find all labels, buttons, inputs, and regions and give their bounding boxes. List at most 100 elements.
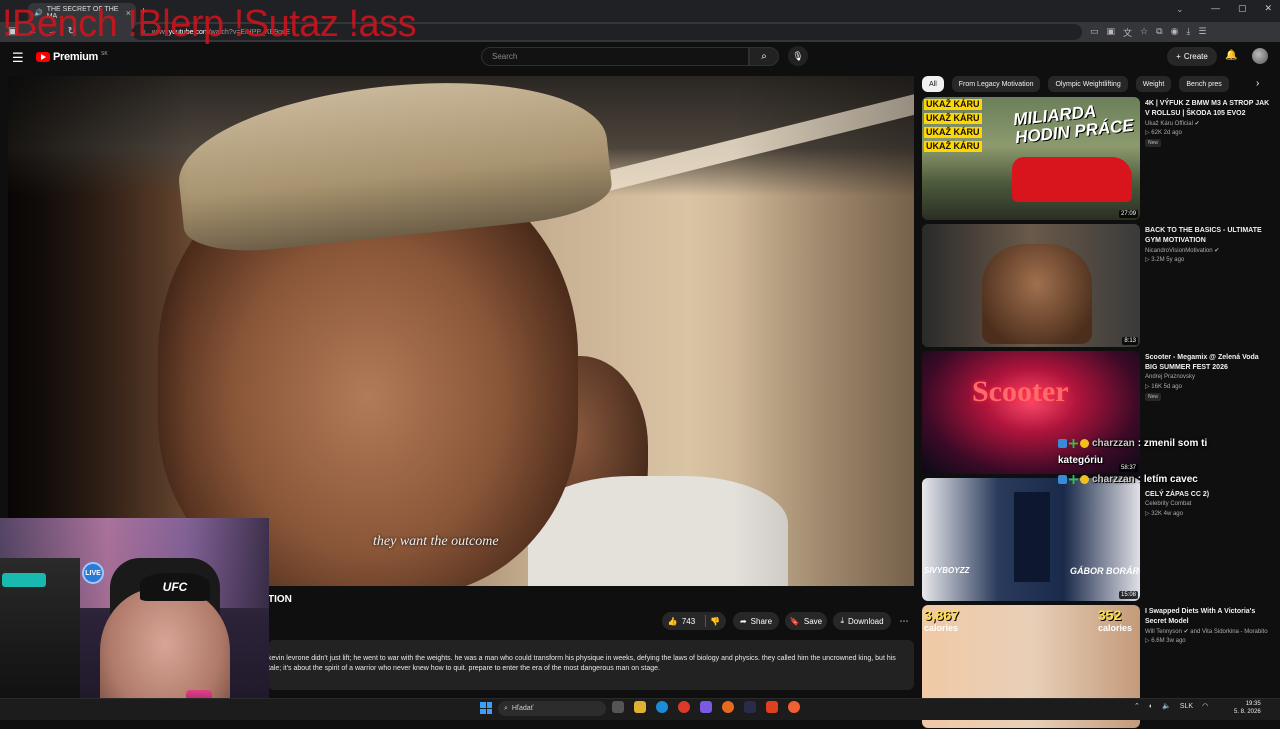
language-indicator[interactable]: SLK	[1180, 703, 1193, 710]
cast-icon[interactable]: ▭	[1090, 26, 1099, 39]
channel-name[interactable]: Will Tennyson ✔ and Vita Sidorkina - Mor…	[1145, 628, 1268, 635]
video-duration: 15:08	[1118, 591, 1138, 599]
system-tray: ⌃ ◐ 🔈 SLK ◠	[1134, 702, 1208, 711]
video-duration: 58:37	[1118, 464, 1138, 472]
minimize-icon[interactable]: —	[1211, 3, 1220, 14]
webcam-neon-sign	[2, 573, 46, 587]
thumbnail-bodybuilder	[982, 244, 1092, 344]
video-title[interactable]: 4K | VÝFUK Z BMW M3 A STROP JAK V ROLLSU…	[1145, 99, 1272, 119]
recommended-video[interactable]: SIVYBOYZZ GÁBOR BORÁROS 15:08 CELÝ ZÁPAS…	[922, 478, 1272, 602]
downloads-icon[interactable]: ⤓	[1186, 26, 1190, 39]
window-controls: — ▢ ✕	[1211, 3, 1272, 14]
brave-icon[interactable]	[766, 701, 778, 713]
sub-badge-icon	[1058, 475, 1067, 484]
chrome-menu-icon[interactable]: ☰	[1198, 26, 1206, 39]
chevron-right-icon[interactable]: ›	[1256, 78, 1259, 89]
video-thumbnail[interactable]: SIVYBOYZZ GÁBOR BORÁROS 15:08	[922, 478, 1140, 601]
screenshot-icon[interactable]: ▣	[1107, 26, 1116, 39]
plus-icon: +	[1176, 52, 1181, 61]
sub-badge-icon	[1058, 439, 1067, 448]
youtube-logo[interactable]: Premium SK	[36, 51, 108, 63]
tray-chevron-icon[interactable]: ⌃	[1134, 702, 1140, 710]
chrome-icon[interactable]	[678, 701, 690, 713]
video-title[interactable]: I Swapped Diets With A Victoria's Secret…	[1145, 607, 1272, 627]
file-explorer-icon[interactable]	[634, 701, 646, 713]
translate-icon[interactable]: 文	[1123, 26, 1132, 39]
chip-all[interactable]: All	[922, 76, 944, 92]
chat-badges	[1058, 475, 1089, 484]
chip-from-legacy[interactable]: From Legacy Motivation	[951, 76, 1041, 92]
taskbar-apps	[612, 701, 800, 713]
video-player[interactable]: they want the outcome	[8, 76, 914, 586]
video-thumbnail[interactable]: Scooter 58:37	[922, 351, 1140, 474]
video-subtitle: they want the outcome	[373, 534, 499, 549]
thumbnail-stats-panel	[1014, 492, 1050, 582]
thumbs-up-icon: 👍	[667, 616, 678, 626]
video-thumbnail[interactable]: UKAŽ KÁRU UKAŽ KÁRU UKAŽ KÁRU UKAŽ KÁRU …	[922, 97, 1140, 220]
chip-olympic-weightlifting[interactable]: Olympic Weightlifting	[1048, 76, 1128, 92]
recommended-video[interactable]: UKAŽ KÁRU UKAŽ KÁRU UKAŽ KÁRU UKAŽ KÁRU …	[922, 97, 1272, 221]
thumbnail-text: Scooter	[972, 375, 1069, 408]
wifi-icon[interactable]: ◠	[1202, 702, 1208, 710]
channel-name[interactable]: Celebrity Combat	[1145, 501, 1191, 507]
taskbar-search[interactable]: ⌕ Hľadať	[498, 701, 606, 716]
video-meta: ▷ 62K 2d ago	[1145, 130, 1182, 136]
chip-bench-press[interactable]: Bench pres	[1179, 76, 1229, 92]
edge-icon[interactable]	[656, 701, 668, 713]
video-title[interactable]: Scooter - Megamix @ Zelená Voda BIG SUMM…	[1145, 353, 1272, 373]
create-button[interactable]: + Create	[1167, 47, 1217, 66]
video-title[interactable]: BACK TO THE BASICS - ULTIMATE GYM MOTIVA…	[1145, 226, 1272, 246]
firefox-icon[interactable]	[722, 701, 734, 713]
search-input[interactable]: Search	[481, 47, 749, 66]
channel-name[interactable]: Andrej Praznovsky	[1145, 374, 1195, 380]
hamburger-menu-icon[interactable]: ☰	[12, 50, 24, 66]
download-button[interactable]: ⤓ Download	[833, 612, 891, 630]
voice-search-button[interactable]: 🎙	[788, 46, 808, 66]
verified-icon: ✔	[1183, 629, 1189, 635]
chip-weight[interactable]: Weight	[1135, 76, 1172, 92]
video-duration: 27:09	[1118, 210, 1138, 218]
create-label: Create	[1183, 52, 1208, 61]
like-button[interactable]: 👍 743 👎	[662, 612, 726, 630]
description-text: kevin levrone didn't just lift; he went …	[268, 655, 896, 672]
volume-icon[interactable]: 🔈	[1162, 702, 1171, 710]
extension-icons: ▭ ▣ 文 ☆ ⧉ ◉ ⤓ ☰	[1090, 26, 1206, 39]
share-button[interactable]: ➦ Share	[733, 612, 779, 630]
chat-message: charzzan : letím cavec	[1058, 474, 1198, 485]
user-avatar[interactable]	[1252, 48, 1268, 64]
network-icon[interactable]: ◐	[1149, 703, 1153, 710]
extensions-icon[interactable]: ⧉	[1156, 26, 1162, 39]
youtube-play-icon	[36, 52, 50, 62]
windows-start-icon[interactable]	[480, 702, 492, 714]
bookmark-star-icon[interactable]: ☆	[1140, 26, 1148, 39]
channel-name[interactable]: NicandroVisionMotivation ✔	[1145, 247, 1219, 254]
notifications-bell-icon[interactable]: 🔔	[1225, 50, 1237, 61]
video-meta: ▷ 6.6M 3w ago	[1145, 638, 1186, 644]
thumbs-down-icon[interactable]: 👎	[710, 617, 720, 626]
close-window-icon[interactable]: ✕	[1264, 3, 1272, 14]
taskbar-clock[interactable]: 19:35 5. 8. 2026	[1234, 700, 1261, 716]
discord-icon[interactable]	[700, 701, 712, 713]
firefox-dev-icon[interactable]	[788, 701, 800, 713]
like-count: 743	[681, 616, 696, 626]
chat-message: charzzan : zmenil som ti	[1058, 438, 1207, 449]
recommended-video[interactable]: 8:13 BACK TO THE BASICS - ULTIMATE GYM M…	[922, 224, 1272, 348]
microphone-icon: 🎙	[792, 50, 804, 61]
task-view-icon[interactable]	[612, 701, 624, 713]
thumbnail-fighter-left: SIVYBOYZZ	[924, 566, 970, 575]
profile-icon[interactable]: ◉	[1171, 26, 1179, 39]
new-badge: New	[1145, 139, 1162, 147]
chat-text-continued: kategóriu	[1058, 455, 1104, 466]
bits-badge-icon	[1080, 475, 1089, 484]
channel-name[interactable]: Ukaž Káru Official ✔	[1145, 120, 1200, 127]
tab-list-chevron-icon[interactable]: ⌄	[1176, 4, 1184, 15]
video-thumbnail[interactable]: 8:13	[922, 224, 1140, 347]
video-title: TION	[268, 594, 292, 605]
steam-icon[interactable]	[744, 701, 756, 713]
maximize-icon[interactable]: ▢	[1238, 3, 1247, 14]
more-actions-icon[interactable]: ⋯	[896, 612, 912, 630]
save-button[interactable]: 🔖 Save	[785, 612, 827, 630]
video-title[interactable]: CELÝ ZÁPAS CC 2)	[1145, 490, 1272, 500]
search-button[interactable]: ⌕	[749, 47, 779, 66]
chat-username: charzzan	[1092, 474, 1135, 485]
